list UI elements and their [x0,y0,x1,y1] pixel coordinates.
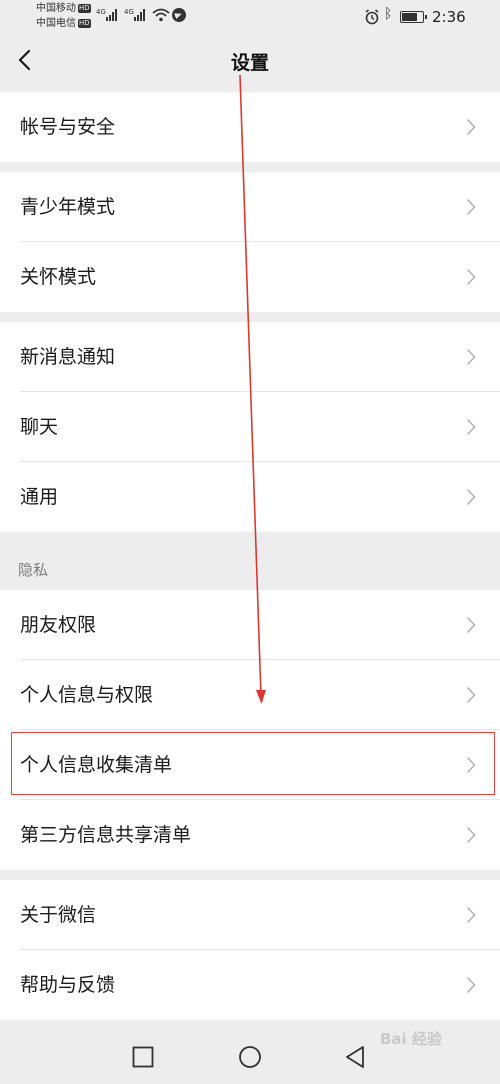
watermark: Bai 经验 [380,1030,442,1048]
annotation-arrow [239,74,266,704]
back-icon[interactable] [344,1045,366,1069]
home-icon[interactable] [238,1045,262,1069]
recent-apps-icon[interactable] [132,1046,154,1068]
